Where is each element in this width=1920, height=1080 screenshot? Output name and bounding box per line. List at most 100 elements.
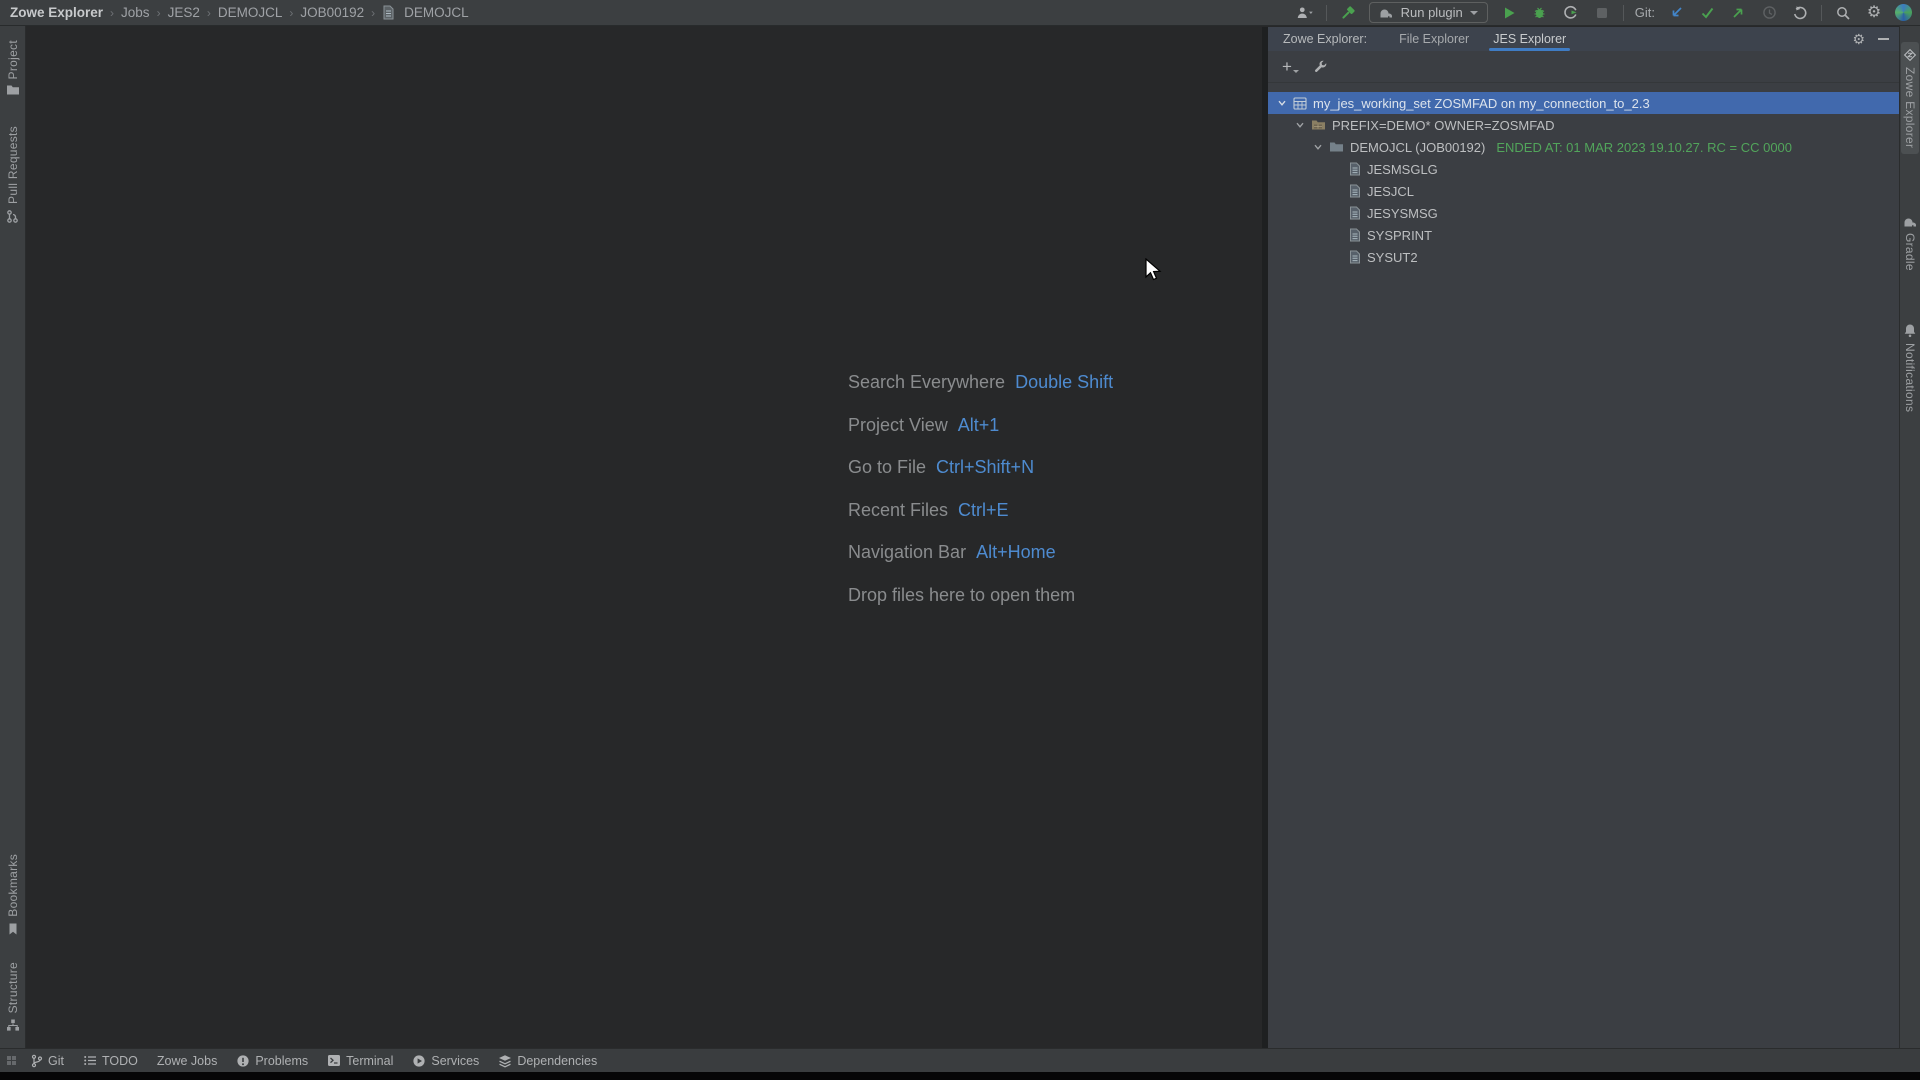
breadcrumb-item[interactable]: DEMOJCL bbox=[404, 5, 469, 20]
dependencies-layers-icon bbox=[498, 1054, 512, 1068]
chevron-down-icon bbox=[1293, 70, 1299, 73]
tree-row-spool-file[interactable]: SYSUT2 bbox=[1268, 246, 1899, 268]
zowe-explorer-label: Zowe Explorer bbox=[1903, 67, 1917, 148]
dependencies-label: Dependencies bbox=[517, 1054, 597, 1068]
services-label: Services bbox=[431, 1054, 479, 1068]
panel-toolbar: + bbox=[1268, 51, 1899, 83]
toolwindow-terminal[interactable]: Terminal bbox=[327, 1054, 393, 1068]
breadcrumb: Zowe Explorer › Jobs › JES2 › DEMOJCL › … bbox=[10, 5, 469, 20]
structure-icon bbox=[6, 1018, 20, 1032]
tree-row-filter[interactable]: PREFIX=DEMO* OWNER=ZOSMFAD bbox=[1268, 114, 1899, 136]
top-bar: Zowe Explorer › Jobs › JES2 › DEMOJCL › … bbox=[0, 0, 1920, 26]
tree-row-working-set[interactable]: my_jes_working_set ZOSMFAD on my_connect… bbox=[1268, 92, 1899, 114]
profiler-button[interactable] bbox=[1561, 3, 1581, 23]
breadcrumb-item[interactable]: Zowe Explorer bbox=[10, 5, 103, 20]
tree-row-job[interactable]: DEMOJCL (JOB00192) ENDED AT: 01 MAR 2023… bbox=[1268, 136, 1899, 158]
problems-label: Problems bbox=[255, 1054, 308, 1068]
tree-row-spool-file[interactable]: JESJCL bbox=[1268, 180, 1899, 202]
tab-file-explorer[interactable]: File Explorer bbox=[1389, 29, 1479, 50]
terminal-label: Terminal bbox=[346, 1054, 393, 1068]
run-button[interactable] bbox=[1499, 3, 1519, 23]
spool-file-name: JESMSGLG bbox=[1367, 162, 1438, 177]
hide-panel-icon[interactable] bbox=[1878, 38, 1889, 40]
toolbar-separator bbox=[1623, 5, 1624, 21]
breadcrumb-separator: › bbox=[207, 6, 211, 20]
left-tool-stripe: Project Pull Requests Bookmarks Structur… bbox=[0, 26, 26, 1048]
breadcrumb-separator: › bbox=[289, 6, 293, 20]
folder-icon bbox=[6, 84, 20, 96]
toolwindow-todo[interactable]: TODO bbox=[83, 1054, 138, 1068]
gradle-elephant-icon bbox=[1379, 7, 1394, 19]
gradle-elephant-icon bbox=[1903, 216, 1918, 228]
jes-explorer-panel: Zowe Explorer: File Explorer JES Explore… bbox=[1268, 27, 1899, 1048]
quick-access-icon[interactable] bbox=[6, 1055, 17, 1066]
git-commit-button[interactable] bbox=[1697, 3, 1717, 23]
sidebar-item-bookmarks[interactable]: Bookmarks bbox=[4, 848, 22, 942]
gradle-label: Gradle bbox=[1903, 233, 1917, 271]
spool-file-icon bbox=[1349, 250, 1361, 264]
search-icon[interactable] bbox=[1833, 3, 1853, 23]
chevron-expanded-icon[interactable] bbox=[1313, 142, 1323, 152]
hint-label: Go to File bbox=[848, 457, 926, 478]
debug-button[interactable] bbox=[1530, 3, 1550, 23]
settings-gear-icon[interactable]: ⚙ bbox=[1864, 3, 1884, 23]
toolwindow-problems[interactable]: Problems bbox=[236, 1054, 308, 1068]
stop-button[interactable] bbox=[1592, 3, 1612, 23]
breadcrumb-separator: › bbox=[371, 6, 375, 20]
bottom-tool-bar: Git TODO Zowe Jobs Problems Terminal Ser… bbox=[0, 1048, 1920, 1072]
sidebar-item-gradle[interactable]: Gradle bbox=[1901, 210, 1920, 277]
toolwindow-dependencies[interactable]: Dependencies bbox=[498, 1054, 597, 1068]
breadcrumb-separator: › bbox=[157, 6, 161, 20]
tree-row-spool-file[interactable]: JESMSGLG bbox=[1268, 158, 1899, 180]
toolwindow-git[interactable]: Git bbox=[30, 1054, 64, 1068]
wrench-icon[interactable] bbox=[1313, 59, 1328, 74]
working-set-label: my_jes_working_set ZOSMFAD on my_connect… bbox=[1313, 96, 1650, 111]
sidebar-item-pull-requests[interactable]: Pull Requests bbox=[3, 120, 22, 230]
profile-globe-icon[interactable] bbox=[1895, 4, 1912, 21]
sidebar-item-zowe-explorer[interactable]: Zowe Explorer bbox=[1901, 42, 1919, 154]
tab-jes-explorer[interactable]: JES Explorer bbox=[1483, 29, 1576, 50]
todo-list-icon bbox=[83, 1054, 97, 1067]
filter-label: PREFIX=DEMO* OWNER=ZOSMFAD bbox=[1332, 118, 1554, 133]
user-dropdown-button[interactable] bbox=[1295, 3, 1315, 23]
todo-label: TODO bbox=[102, 1054, 138, 1068]
terminal-icon bbox=[327, 1054, 341, 1067]
spool-file-name: JESYSMSG bbox=[1367, 206, 1438, 221]
tree-row-spool-file[interactable]: SYSPRINT bbox=[1268, 224, 1899, 246]
job-folder-icon bbox=[1329, 141, 1344, 153]
chevron-expanded-icon[interactable] bbox=[1295, 120, 1305, 130]
hint-label: Project View bbox=[848, 415, 948, 436]
file-icon bbox=[382, 5, 395, 20]
jes-tree: my_jes_working_set ZOSMFAD on my_connect… bbox=[1268, 83, 1899, 268]
jobs-filter-folder-icon bbox=[1311, 119, 1326, 131]
build-hammer-icon[interactable] bbox=[1338, 3, 1358, 23]
sidebar-item-notifications[interactable]: Notifications bbox=[1901, 317, 1919, 418]
history-clock-icon[interactable] bbox=[1759, 3, 1779, 23]
breadcrumb-item[interactable]: JES2 bbox=[168, 5, 200, 20]
toolwindow-services[interactable]: Services bbox=[412, 1054, 479, 1068]
working-set-icon bbox=[1293, 97, 1307, 110]
bell-icon bbox=[1903, 323, 1917, 338]
breadcrumb-item[interactable]: DEMOJCL bbox=[218, 5, 283, 20]
git-push-button[interactable] bbox=[1728, 3, 1748, 23]
run-configuration-select[interactable]: Run plugin bbox=[1369, 2, 1488, 23]
notifications-label: Notifications bbox=[1903, 343, 1917, 412]
tree-row-spool-file[interactable]: JESYSMSG bbox=[1268, 202, 1899, 224]
hint-shortcut: Alt+Home bbox=[976, 542, 1056, 563]
add-working-set-button[interactable]: + bbox=[1282, 58, 1299, 75]
sidebar-item-project[interactable]: Project bbox=[4, 34, 22, 102]
git-toolbar-label: Git: bbox=[1635, 5, 1655, 20]
hint-shortcut: Double Shift bbox=[1015, 372, 1113, 393]
chevron-expanded-icon[interactable] bbox=[1277, 98, 1287, 108]
breadcrumb-item[interactable]: Jobs bbox=[121, 5, 150, 20]
rollback-icon[interactable] bbox=[1790, 3, 1810, 23]
breadcrumb-item[interactable]: JOB00192 bbox=[300, 5, 364, 20]
git-branch-icon bbox=[30, 1054, 43, 1068]
problems-icon bbox=[236, 1054, 250, 1068]
toolbar-separator bbox=[1821, 5, 1822, 21]
panel-settings-gear-icon[interactable]: ⚙ bbox=[1852, 31, 1865, 47]
git-update-button[interactable] bbox=[1666, 3, 1686, 23]
sidebar-item-structure[interactable]: Structure bbox=[4, 956, 22, 1038]
toolwindow-zowe-jobs[interactable]: Zowe Jobs bbox=[157, 1054, 217, 1068]
spool-file-icon bbox=[1349, 162, 1361, 176]
